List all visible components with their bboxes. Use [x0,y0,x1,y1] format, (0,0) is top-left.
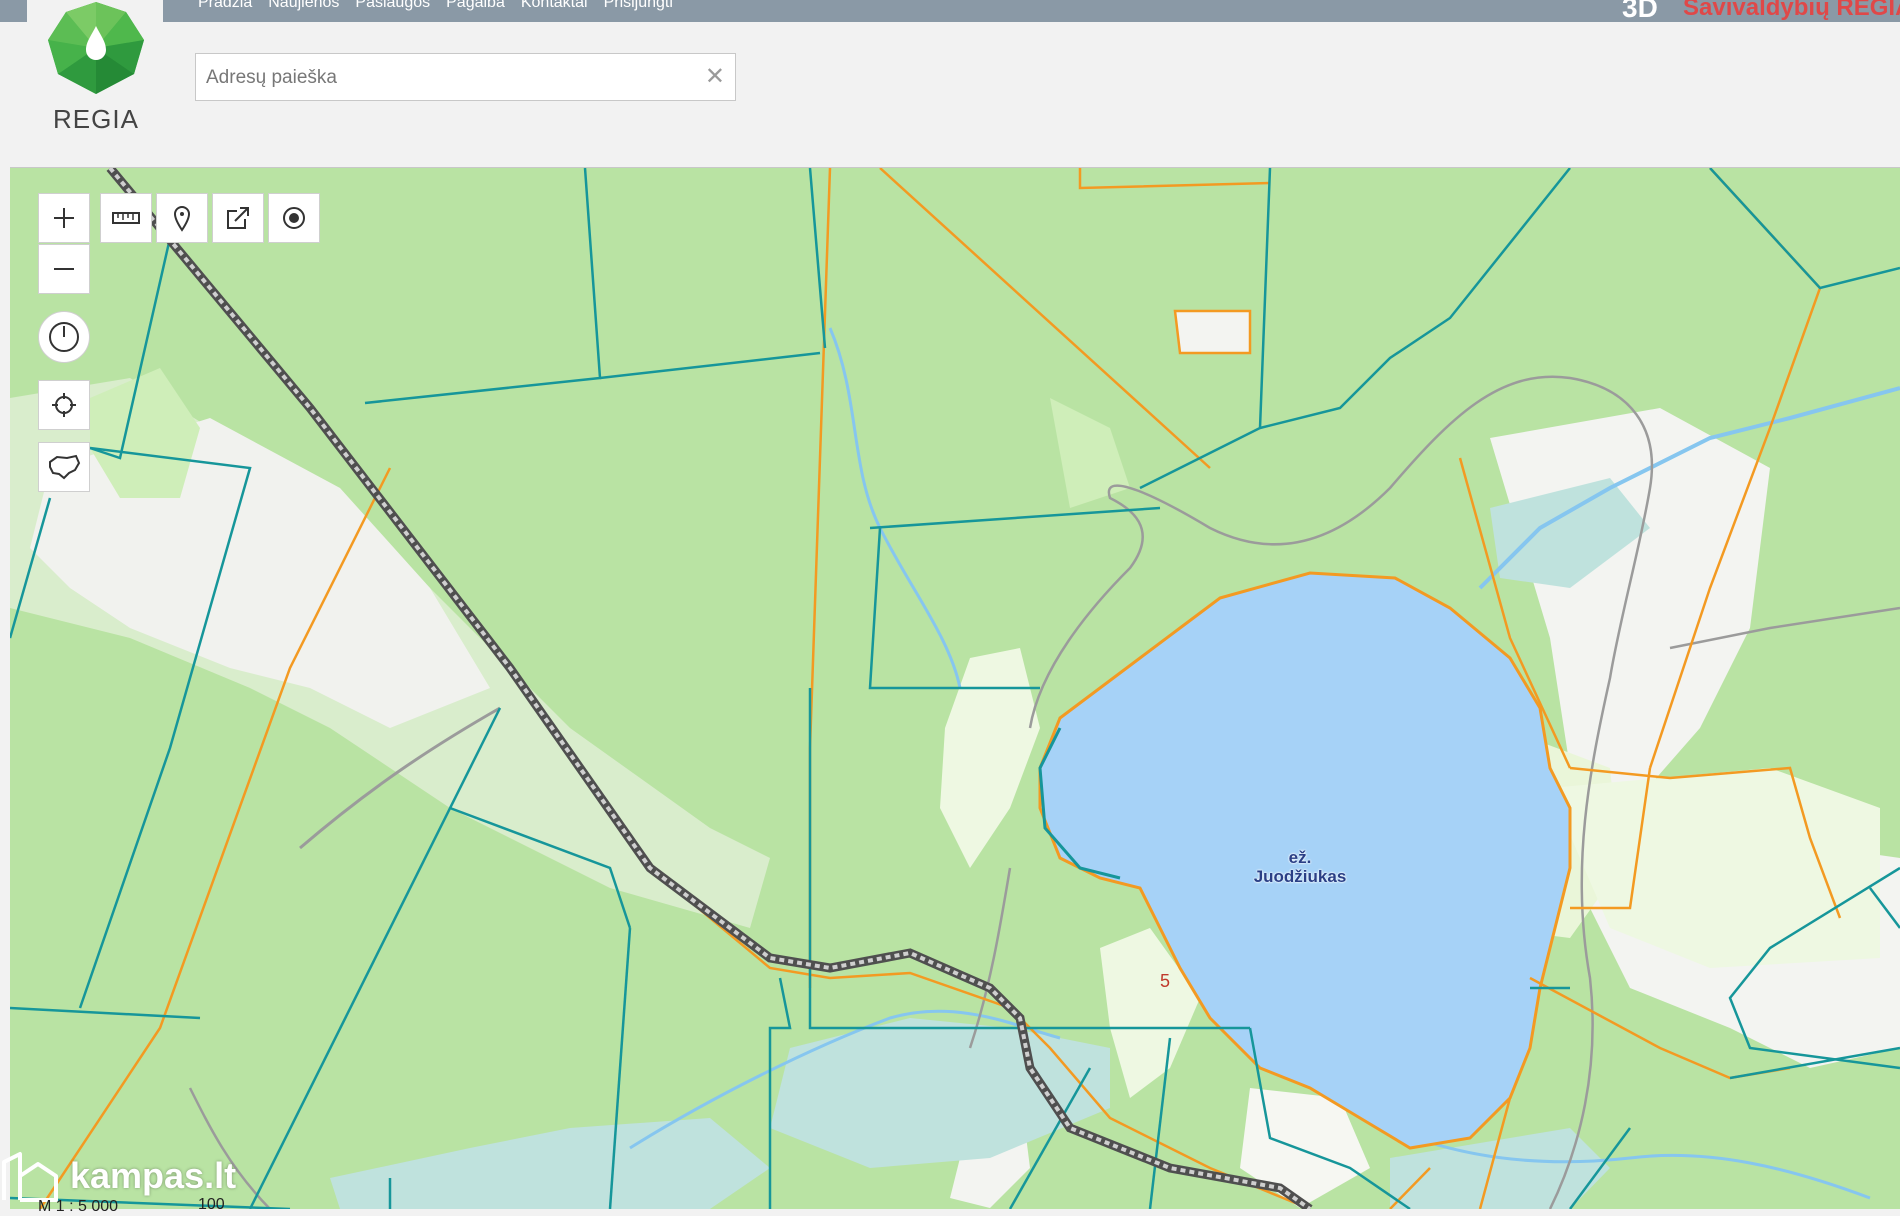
brand-3d-label[interactable]: 3D [1622,0,1658,24]
lake-label-line1: ež. [1288,848,1312,867]
scale-ratio: M 1 : 5 000 [38,1198,119,1215]
main-nav: Pradžia Naujienos Paslaugos Pagalba Kont… [198,0,673,12]
address-search-input[interactable] [204,62,688,94]
minus-icon [54,268,74,270]
lake-label: ež. Juodžiukas [1240,848,1360,886]
measure-button[interactable] [100,193,152,243]
brand-name[interactable]: Savivaldybių REGIA [1683,0,1900,22]
locate-button[interactable] [268,193,320,243]
regia-logo[interactable] [46,0,146,96]
lithuania-outline-icon [49,454,81,480]
clock-icon [49,322,79,352]
house-icon [2,1152,58,1202]
nav-login[interactable]: Prisijungti [604,0,673,12]
search-clear-icon[interactable]: ✕ [705,64,725,90]
nav-services[interactable]: Paslaugos [355,0,430,12]
map-view[interactable]: ež. Juodžiukas 5 [10,167,1900,1209]
nav-contacts[interactable]: Kontaktai [521,0,588,12]
lake-label-line2: Juodžiukas [1253,867,1347,886]
target-icon [283,207,305,229]
kampas-watermark: kampas.lt [0,1150,236,1202]
watermark-text: kampas.lt [70,1155,237,1196]
zoom-in-button[interactable] [38,193,90,243]
nav-help[interactable]: Pagalba [446,0,505,12]
logo-text: REGIA [53,104,139,134]
ruler-icon [112,212,140,224]
map-canvas[interactable] [10,168,1900,1209]
parcel-number-label: 5 [1160,971,1171,991]
top-bar: Pradžia Naujienos Paslaugos Pagalba Kont… [0,0,1900,24]
address-search: ✕ [195,53,736,101]
share-icon [227,207,249,229]
history-button[interactable] [38,311,90,363]
crosshair-icon [52,393,76,417]
lithuania-button[interactable] [38,442,90,492]
share-button[interactable] [212,193,264,243]
nav-news[interactable]: Naujienos [268,0,339,12]
scale-tick: 100 [198,1196,225,1213]
plus-icon [54,208,74,228]
regia-logo-icon [48,2,144,94]
marker-button[interactable] [156,193,208,243]
pin-icon [173,206,191,232]
crosshair-button[interactable] [38,380,90,430]
nav-home[interactable]: Pradžia [198,0,252,12]
zoom-out-button[interactable] [38,244,90,294]
